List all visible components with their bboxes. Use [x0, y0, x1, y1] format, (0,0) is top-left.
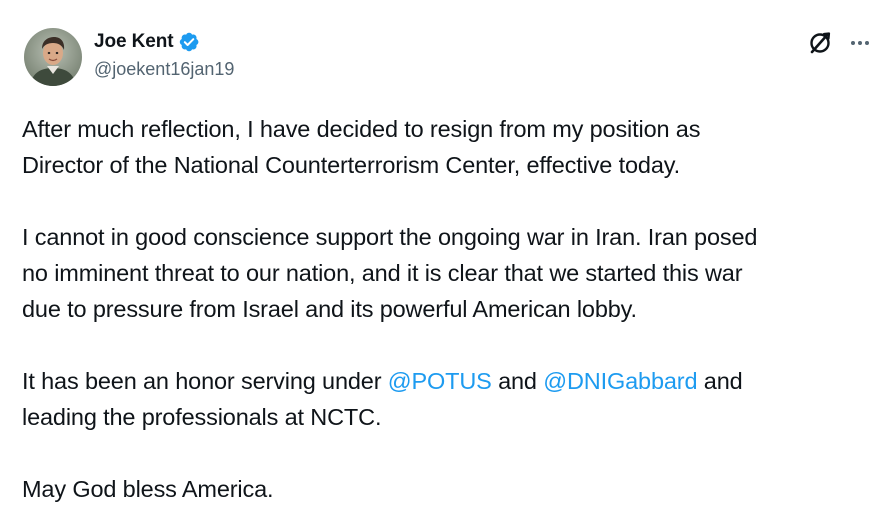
avatar-image: [24, 28, 82, 86]
author-handle[interactable]: @joekent16jan19: [94, 59, 234, 80]
tweet-line: I cannot in good conscience support the …: [22, 224, 758, 250]
tweet-paragraph: May God bless America.: [22, 471, 882, 507]
name-row: Joe Kent: [94, 30, 234, 54]
tweet-text-fragment: It has been an honor serving under: [22, 368, 388, 394]
tweet-card: Joe Kent @joekent16jan19 After much refl…: [0, 0, 895, 514]
more-options-icon[interactable]: [849, 32, 871, 54]
tweet-line: no imminent threat to our nation, and it…: [22, 260, 743, 286]
tweet-line: After much reflection, I have decided to…: [22, 116, 701, 142]
tweet-line: Director of the National Counterterroris…: [22, 152, 680, 178]
tweet-text-fragment: and: [491, 368, 544, 394]
tweet-paragraph: It has been an honor serving under @POTU…: [22, 363, 882, 435]
tweet-line: It has been an honor serving under @POTU…: [22, 363, 882, 399]
tweet-line: May God bless America.: [22, 476, 274, 502]
author-display-name[interactable]: Joe Kent: [94, 31, 174, 53]
tweet-text: After much reflection, I have decided to…: [22, 111, 882, 507]
tweet-paragraph: After much reflection, I have decided to…: [22, 111, 882, 183]
author-info: Joe Kent @joekent16jan19: [94, 30, 234, 80]
verified-badge-icon: [178, 31, 200, 53]
tweet-text-fragment: and: [697, 368, 743, 394]
mention-link-dnigabbard[interactable]: @DNIGabbard: [543, 368, 697, 394]
tweet-line: due to pressure from Israel and its powe…: [22, 296, 637, 322]
tweet-line: leading the professionals at NCTC.: [22, 404, 382, 430]
avatar[interactable]: [24, 28, 82, 86]
mention-link-potus[interactable]: @POTUS: [388, 368, 492, 394]
tweet-actions: [807, 30, 871, 56]
tweet-paragraph: I cannot in good conscience support the …: [22, 219, 882, 327]
grok-icon[interactable]: [807, 30, 833, 56]
